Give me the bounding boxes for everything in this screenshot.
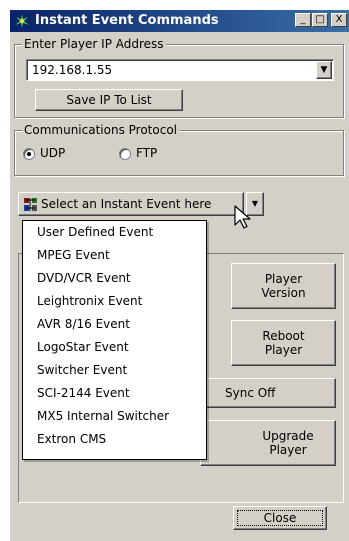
ftp-label[interactable]: FTP (136, 146, 157, 160)
protocol-group: Communications Protocol UDP FTP (14, 123, 344, 176)
chevron-down-icon[interactable]: ▼ (316, 61, 332, 79)
app-icon (13, 12, 31, 30)
ip-address-legend: Enter Player IP Address (22, 37, 166, 51)
protocol-legend: Communications Protocol (22, 123, 180, 137)
close-window-button[interactable]: X (331, 13, 347, 27)
menu-item-leightronix-event[interactable]: Leightronix Event (37, 294, 142, 308)
menu-item-dvd-vcr-event[interactable]: DVD/VCR Event (37, 271, 131, 285)
menu-item-mx5-internal-switcher[interactable]: MX5 Internal Switcher (37, 409, 169, 423)
maximize-button[interactable]: □ (312, 13, 328, 27)
udp-radio[interactable] (23, 148, 35, 160)
menu-item-switcher-event[interactable]: Switcher Event (37, 363, 127, 377)
ip-address-combo[interactable]: 192.168.1.55 ▼ (26, 59, 334, 81)
upgrade-player-button[interactable]: Upgrade Player (200, 420, 336, 466)
mouse-pointer-icon (234, 205, 251, 229)
menu-item-extron-cms[interactable]: Extron CMS (37, 432, 106, 446)
menu-item-logostar-event[interactable]: LogoStar Event (37, 340, 129, 354)
instant-event-commands-window: Instant Event Commands _ □ X Enter Playe… (10, 10, 349, 541)
menu-item-avr-event[interactable]: AVR 8/16 Event (37, 317, 130, 331)
radio-selected-dot (27, 152, 31, 156)
minimize-button[interactable]: _ (295, 13, 311, 27)
ip-address-value: 192.168.1.55 (32, 63, 113, 77)
menu-item-user-defined-event[interactable]: User Defined Event (37, 225, 153, 239)
title-bar[interactable]: Instant Event Commands _ □ X (10, 10, 349, 32)
player-version-button[interactable]: Player Version (231, 263, 336, 309)
close-button[interactable]: Close (233, 506, 327, 530)
sync-off-button[interactable]: Sync Off (200, 378, 336, 408)
udp-label[interactable]: UDP (40, 146, 65, 160)
event-icon (24, 198, 37, 211)
ip-address-group: Enter Player IP Address 192.168.1.55 ▼ S… (14, 37, 344, 118)
reboot-player-button[interactable]: Reboot Player (231, 320, 336, 366)
window-title: Instant Event Commands (35, 13, 219, 28)
menu-item-mpeg-event[interactable]: MPEG Event (37, 248, 110, 262)
menu-item-sci-2144-event[interactable]: SCI-2144 Event (37, 386, 130, 400)
ftp-radio[interactable] (119, 148, 131, 160)
select-event-button[interactable]: Select an Instant Event here (18, 192, 244, 216)
event-dropdown-menu: User Defined Event MPEG Event DVD/VCR Ev… (22, 220, 207, 460)
save-ip-button[interactable]: Save IP To List (35, 89, 183, 111)
select-event-label: Select an Instant Event here (41, 197, 212, 211)
